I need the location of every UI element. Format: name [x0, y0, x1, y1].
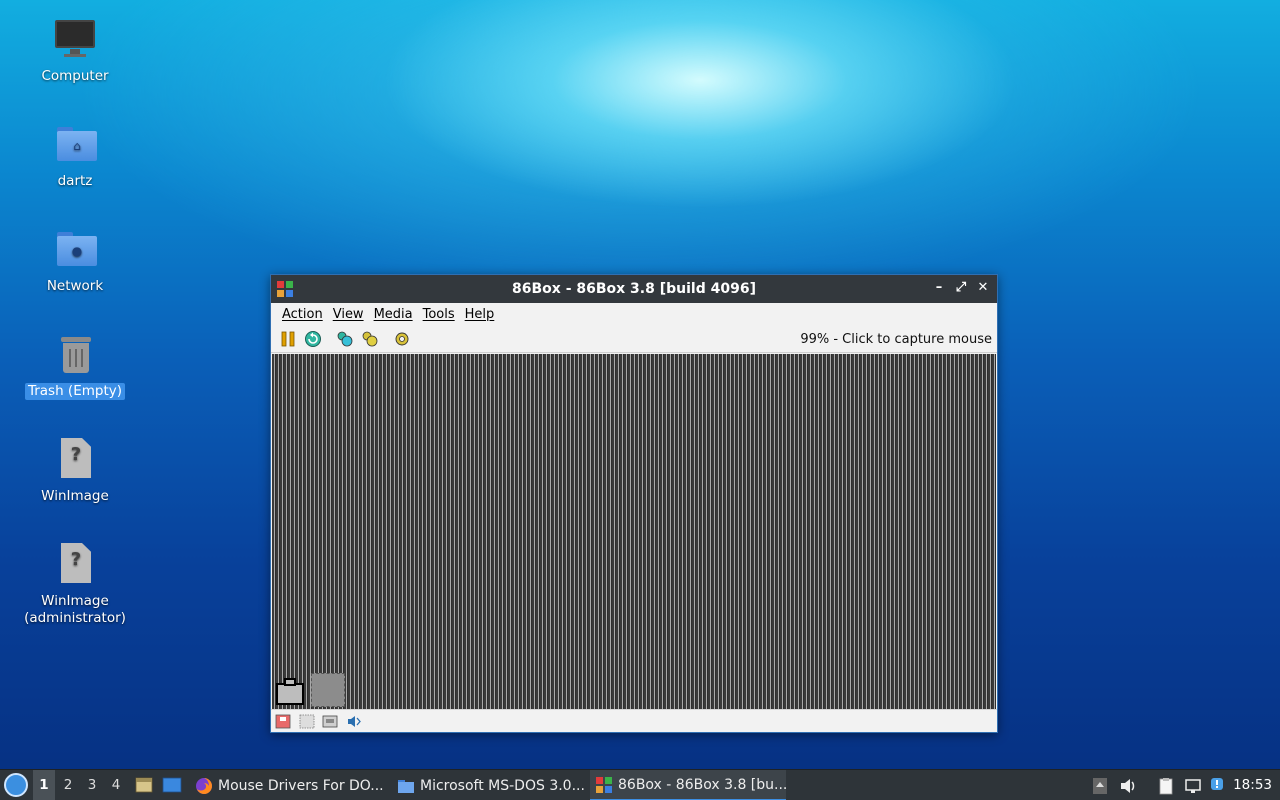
start-menu-icon[interactable]: [4, 773, 28, 797]
desktop-icon-winimage-admin[interactable]: ? WinImage (administrator): [20, 541, 130, 627]
emulator-display[interactable]: [272, 354, 996, 709]
computer-icon: [51, 16, 99, 64]
menu-action[interactable]: Action: [277, 307, 328, 322]
sound-icon[interactable]: [346, 714, 362, 729]
workspace-3[interactable]: 3: [81, 770, 103, 800]
menu-tools[interactable]: Tools: [418, 307, 460, 322]
task-msdos-folder[interactable]: Microsoft MS-DOS 3.0...: [392, 770, 588, 800]
desktop-icon-label: WinImage: [41, 488, 109, 504]
show-desktop-icon[interactable]: [162, 776, 182, 794]
desktop-icon-label: WinImage (administrator): [24, 593, 126, 626]
desktop-icon-label: Trash (Empty): [24, 383, 126, 400]
clipboard-icon[interactable]: [1157, 777, 1175, 795]
task-label: Microsoft MS-DOS 3.0...: [420, 777, 585, 794]
ctrl-alt-del-icon[interactable]: [336, 330, 354, 348]
close-button[interactable]: ✕: [975, 279, 991, 297]
update-notifier-icon[interactable]: [1210, 777, 1228, 795]
86box-app-icon: [277, 281, 293, 297]
unknown-file-icon: ?: [51, 436, 99, 484]
workspace-2[interactable]: 2: [57, 770, 79, 800]
window-titlebar[interactable]: 86Box - 86Box 3.8 [build 4096] – ⤢ ✕: [271, 275, 997, 303]
trash-icon: [51, 331, 99, 379]
task-firefox[interactable]: Mouse Drivers For DO...: [190, 770, 388, 800]
taskbar: 1 2 3 4 Mouse Drivers For DO... Microsof…: [0, 769, 1280, 800]
desktop-icon-trash[interactable]: Trash (Empty): [20, 331, 130, 400]
desktop-icon-label: Computer: [41, 68, 109, 84]
status-bar: [271, 709, 997, 732]
floppy-drive-icon[interactable]: [275, 714, 291, 729]
cdrom-drive-icon[interactable]: [299, 714, 315, 729]
home-folder-icon: ⌂: [51, 121, 99, 169]
capture-status-text: 99% - Click to capture mouse: [800, 332, 992, 347]
hard-reset-icon[interactable]: [304, 330, 322, 348]
emulator-window: 86Box - 86Box 3.8 [build 4096] – ⤢ ✕ Act…: [270, 274, 998, 733]
workspace-1[interactable]: 1: [33, 770, 55, 800]
volume-icon[interactable]: [1119, 777, 1137, 795]
desktop-icon-label: dartz: [57, 173, 93, 189]
task-label: 86Box - 86Box 3.8 [bu...: [618, 776, 786, 793]
file-manager-icon[interactable]: [134, 776, 154, 794]
workspace-4[interactable]: 4: [105, 770, 127, 800]
network-icon[interactable]: [1184, 777, 1202, 795]
window-title: 86Box - 86Box 3.8 [build 4096]: [512, 281, 756, 297]
pause-icon[interactable]: [279, 330, 297, 348]
program-manager-icon[interactable]: [275, 676, 305, 706]
firefox-icon: [196, 777, 212, 794]
ctrl-alt-esc-icon[interactable]: [361, 330, 379, 348]
unknown-file-icon: ?: [51, 541, 99, 589]
desktop-icon-home-folder[interactable]: ⌂ dartz: [20, 121, 130, 190]
desktop-icon-label: Network: [46, 278, 104, 294]
desktop-icon-network[interactable]: ● Network: [20, 226, 130, 295]
task-label: Mouse Drivers For DO...: [218, 777, 384, 794]
toolbar: 99% - Click to capture mouse: [271, 325, 997, 353]
clock[interactable]: 18:53: [1233, 770, 1272, 800]
settings-icon[interactable]: [393, 330, 411, 348]
desktop-icon-winimage[interactable]: ? WinImage: [20, 436, 130, 505]
desktop-icon-computer[interactable]: Computer: [20, 16, 130, 85]
menu-view[interactable]: View: [328, 307, 369, 322]
86box-app-icon: [596, 776, 612, 793]
clock-icon[interactable]: [311, 673, 345, 707]
minimize-button[interactable]: –: [931, 279, 947, 297]
folder-icon: [398, 779, 414, 793]
eject-icon[interactable]: [1091, 777, 1109, 795]
menu-media[interactable]: Media: [369, 307, 418, 322]
task-86box[interactable]: 86Box - 86Box 3.8 [bu...: [590, 770, 786, 800]
maximize-button[interactable]: ⤢: [953, 279, 969, 297]
hard-disk-icon[interactable]: [322, 714, 338, 729]
network-folder-icon: ●: [51, 226, 99, 274]
menu-help[interactable]: Help: [460, 307, 500, 322]
menu-bar: Action View Media Tools Help: [271, 303, 997, 325]
